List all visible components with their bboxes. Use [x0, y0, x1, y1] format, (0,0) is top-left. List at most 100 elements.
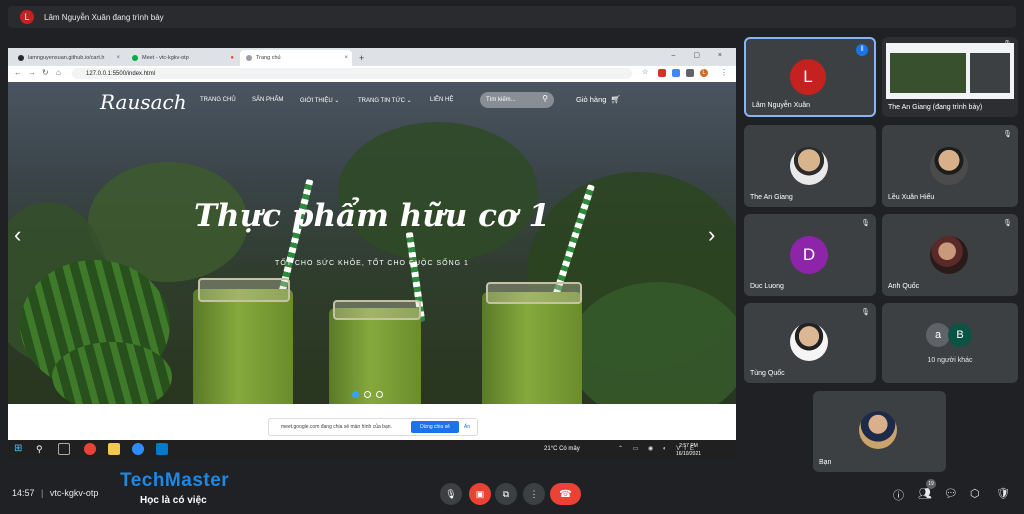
- meet-icon: [132, 55, 138, 61]
- home-icon[interactable]: ⌂: [56, 68, 61, 77]
- mic-off-icon: 🎙︎: [861, 309, 870, 316]
- shared-screen-browser: lamnguyenxuan.github.io/cart.h × Meet - …: [8, 48, 736, 440]
- participant-tile[interactable]: The An Giang: [744, 125, 876, 207]
- search-icon[interactable]: ⚲: [36, 443, 48, 455]
- participant-tile[interactable]: 🎙︎ Anh Quốc: [882, 214, 1018, 296]
- address-bar[interactable]: 127.0.0.1:5500/index.html: [72, 68, 632, 79]
- thumbnail-grid: [970, 53, 1010, 93]
- clock-time: 2:57 PM: [679, 443, 698, 449]
- participant-count-badge: 19: [926, 479, 936, 489]
- website-hero: Rausach TRANG CHỦ SẢN PHẨM GIỚI THIỆU ⌄ …: [8, 82, 736, 404]
- share-notice-text: meet.google.com đang chia sẻ màn hình củ…: [281, 424, 392, 430]
- speaking-indicator-icon: ⦀: [856, 44, 868, 56]
- participant-name: Lâm Nguyễn Xuân: [752, 102, 810, 109]
- participant-photo: [790, 147, 828, 185]
- extension-icon[interactable]: [686, 69, 694, 77]
- new-tab-button[interactable]: +: [356, 50, 370, 66]
- more-options-button[interactable]: ⋮: [523, 483, 545, 505]
- task-view-icon[interactable]: [58, 443, 70, 455]
- microphone-button[interactable]: 🎙︎: [440, 483, 462, 505]
- zoom-icon[interactable]: [132, 443, 144, 455]
- self-view-tile[interactable]: Bạn: [813, 391, 946, 472]
- windows-start-icon[interactable]: ⊞: [14, 443, 26, 455]
- nav-trang-chu[interactable]: TRANG CHỦ: [200, 97, 236, 103]
- url-text: 127.0.0.1:5500/index.html: [86, 70, 156, 77]
- taskbar-clock[interactable]: 2:57 PM 16/10/2021: [676, 442, 701, 458]
- extension-icon[interactable]: [658, 69, 666, 77]
- avatar: L: [790, 59, 826, 95]
- file-explorer-icon[interactable]: [108, 443, 120, 455]
- carousel-next-arrow[interactable]: ›: [708, 222, 715, 248]
- more-menu-icon[interactable]: ⋮: [720, 68, 728, 77]
- foliage: [338, 122, 538, 262]
- participant-tile[interactable]: 🎙︎ The An Giang (đang trình bày): [882, 37, 1018, 117]
- presentation-thumbnail: [886, 43, 1014, 99]
- tab-label: lamnguyenxuan.github.io/cart.h: [28, 55, 105, 61]
- mic-off-icon: 🎙︎: [861, 220, 870, 227]
- browser-tab-trang-chu[interactable]: Trang chủ ×: [240, 50, 352, 66]
- search-icon[interactable]: ⚲: [542, 94, 548, 103]
- chrome-icon[interactable]: [84, 443, 96, 455]
- jar-lid: [198, 278, 290, 302]
- bookmark-star-icon[interactable]: ☆: [642, 68, 648, 76]
- stop-sharing-button[interactable]: Dừng chia sẻ: [411, 421, 459, 433]
- host-controls-icon[interactable]: 🛡︎: [996, 487, 1010, 500]
- nav-trang-tin-tuc[interactable]: TRANG TIN TỨC ⌄: [358, 97, 412, 104]
- window-controls[interactable]: – ▢ ×: [672, 51, 730, 59]
- carousel-prev-arrow[interactable]: ‹: [14, 222, 21, 248]
- watermelon: [52, 342, 172, 404]
- carousel-dot[interactable]: [376, 391, 383, 398]
- nav-san-pham[interactable]: SẢN PHẨM: [252, 97, 283, 103]
- activities-icon[interactable]: ⬡: [970, 487, 980, 500]
- forward-arrow-icon[interactable]: →: [28, 68, 36, 77]
- site-logo[interactable]: Rausach: [100, 90, 187, 114]
- camera-off-icon: ▣: [475, 488, 485, 499]
- participant-tile[interactable]: 🎙︎ Lều Xuân Hiếu: [882, 125, 1018, 207]
- browser-tab-strip: lamnguyenxuan.github.io/cart.h × Meet - …: [8, 48, 736, 66]
- carousel-dot[interactable]: [364, 391, 371, 398]
- techmaster-tagline: Học là có việc: [140, 495, 207, 506]
- others-tile[interactable]: a B 10 người khác: [882, 303, 1018, 383]
- smoothie-jar: [193, 289, 293, 404]
- back-arrow-icon[interactable]: ←: [14, 68, 22, 77]
- cart-link[interactable]: Giỏ hàng 🛒︎: [576, 95, 621, 104]
- browser-tab-github[interactable]: lamnguyenxuan.github.io/cart.h ×: [12, 50, 124, 66]
- hide-button[interactable]: Ẩn: [464, 424, 470, 430]
- close-tab-icon[interactable]: ×: [116, 55, 120, 61]
- extension-icon[interactable]: [672, 69, 680, 77]
- reload-icon[interactable]: ↻: [42, 68, 49, 77]
- jar-lid: [486, 282, 582, 304]
- vscode-icon[interactable]: [156, 443, 168, 455]
- end-call-button[interactable]: ☎︎: [550, 483, 581, 505]
- tab-label: Meet - vtc-kgkv-otp: [142, 55, 189, 61]
- nav-lien-he[interactable]: LIÊN HỆ: [430, 97, 453, 103]
- more-vert-icon: ⋮: [529, 488, 539, 499]
- avatar: a: [926, 323, 950, 347]
- participant-tile[interactable]: 🎙︎ Tùng Quốc: [744, 303, 876, 383]
- smoothie-jar: [482, 292, 582, 404]
- meeting-info-icon[interactable]: ⓘ: [893, 487, 904, 503]
- site-search-input[interactable]: Tìm kiếm... ⚲: [480, 92, 554, 108]
- nav-gioi-thieu[interactable]: GIỚI THIỆU ⌄: [300, 97, 339, 104]
- globe-icon: [246, 55, 252, 61]
- cart-icon: 🛒︎: [610, 95, 621, 104]
- close-tab-icon[interactable]: ×: [344, 55, 348, 61]
- participant-tile[interactable]: L ⦀ Lâm Nguyễn Xuân: [744, 37, 876, 117]
- participant-photo: [859, 411, 897, 449]
- camera-toggle-button[interactable]: ▣: [469, 483, 491, 505]
- participant-name: Anh Quốc: [888, 283, 920, 290]
- browser-tab-meet[interactable]: Meet - vtc-kgkv-otp ●: [126, 50, 238, 66]
- participant-tile[interactable]: D 🎙︎ Duc Luong: [744, 214, 876, 296]
- hero-title: Thực phẩm hữu cơ 1: [193, 198, 551, 234]
- carousel-dot[interactable]: [352, 391, 359, 398]
- tab-label: Trang chủ: [256, 55, 281, 61]
- present-screen-button[interactable]: ⧉: [495, 483, 517, 505]
- presenter-bar: L Lâm Nguyễn Xuân đang trình bày: [8, 6, 1016, 28]
- profile-avatar[interactable]: L: [700, 69, 708, 77]
- screen-share-notification: meet.google.com đang chia sẻ màn hình củ…: [268, 418, 478, 436]
- windows-taskbar: ⊞ ⚲ 21°C Có mây ⌃ ▭ ◉ ◐ VIE 2:57 PM 16/1…: [8, 440, 736, 458]
- mic-off-icon: 🎙︎: [1003, 41, 1012, 48]
- meeting-time: 14:57: [12, 488, 35, 498]
- weather-widget[interactable]: 21°C Có mây: [544, 446, 580, 452]
- chat-icon[interactable]: 💬︎: [944, 487, 958, 500]
